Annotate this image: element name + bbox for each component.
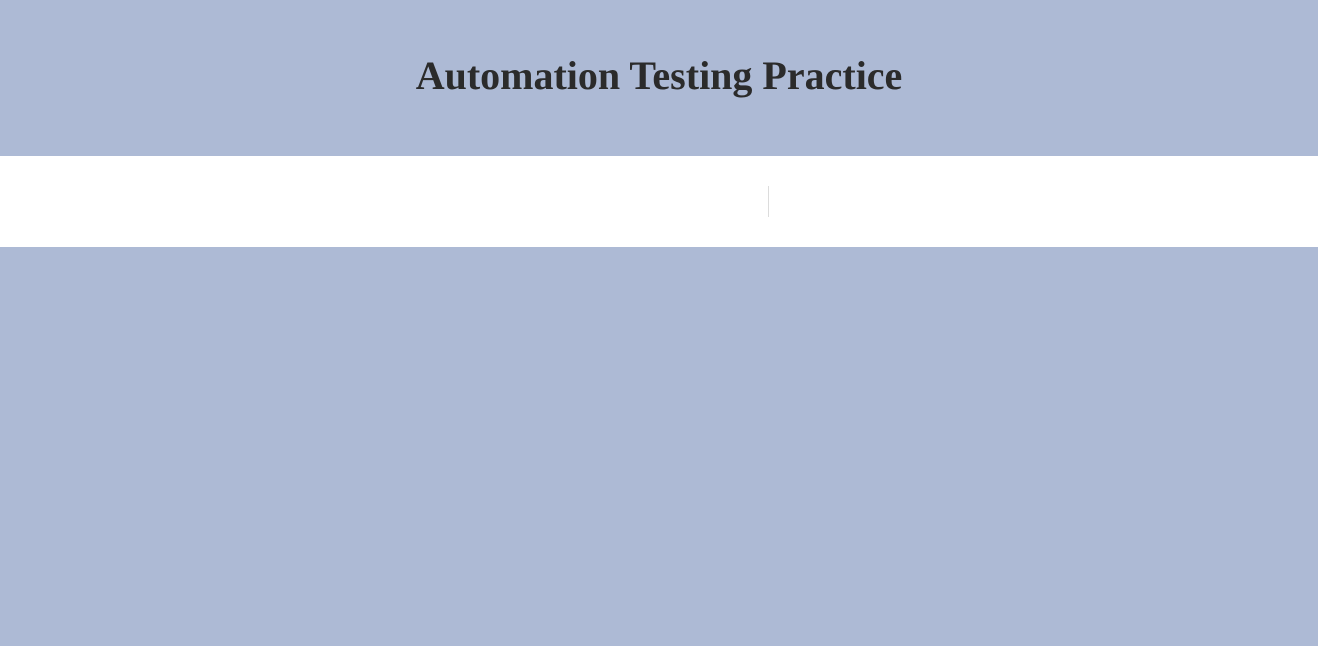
page-title: Automation Testing Practice	[415, 53, 903, 98]
nav-divider	[768, 186, 769, 217]
main-content	[0, 247, 1318, 646]
nav-bar	[0, 156, 1318, 247]
page-header: Automation Testing Practice	[0, 0, 1318, 156]
